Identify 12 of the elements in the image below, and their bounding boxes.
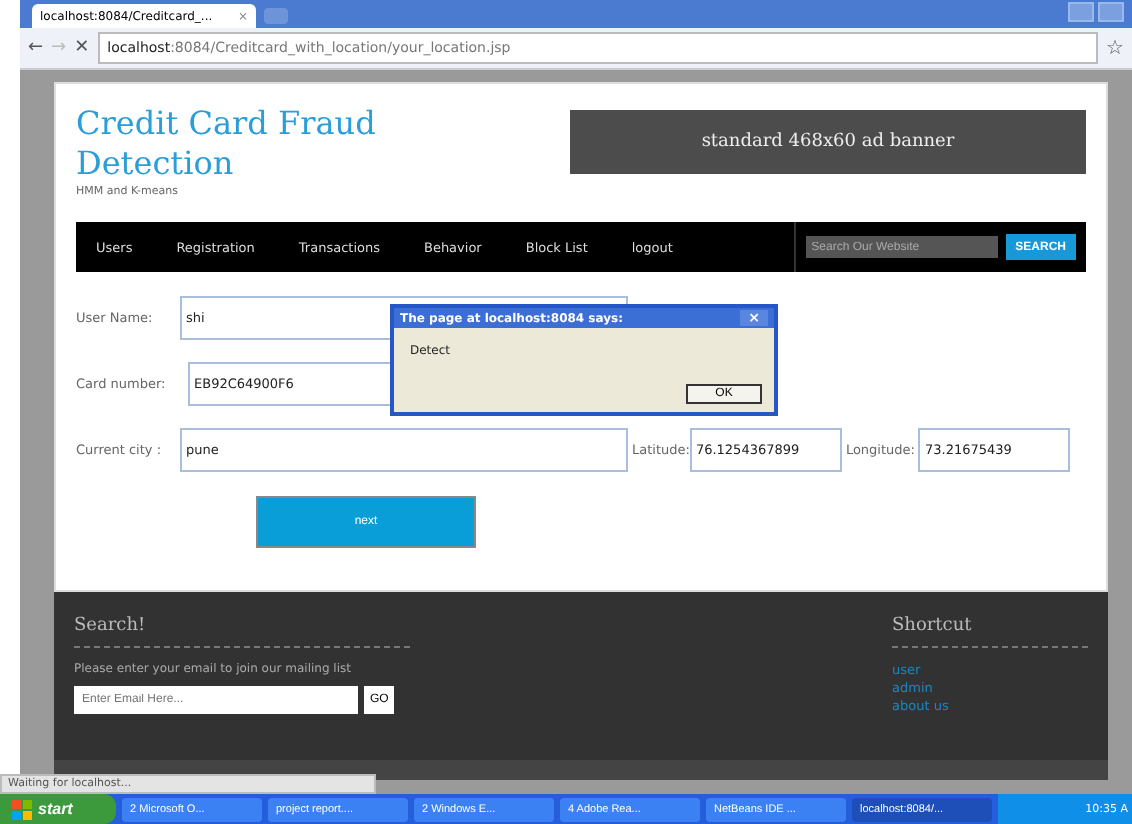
back-icon[interactable]: ← — [28, 38, 44, 58]
site-title: Credit Card Fraud Detection — [76, 104, 378, 184]
start-button[interactable]: start — [0, 794, 116, 824]
footer-heading: Shortcut — [892, 616, 1088, 648]
ad-banner: standard 468x60 ad banner — [570, 110, 1086, 174]
star-icon[interactable]: ☆ — [1106, 37, 1124, 59]
minimize-icon[interactable] — [1068, 2, 1094, 22]
stop-icon[interactable]: ✕ — [74, 38, 90, 58]
restore-icon[interactable] — [1098, 2, 1124, 22]
footer-heading: Search! — [74, 616, 410, 648]
windows-logo-icon — [12, 799, 32, 819]
new-tab-button[interactable] — [264, 8, 288, 24]
